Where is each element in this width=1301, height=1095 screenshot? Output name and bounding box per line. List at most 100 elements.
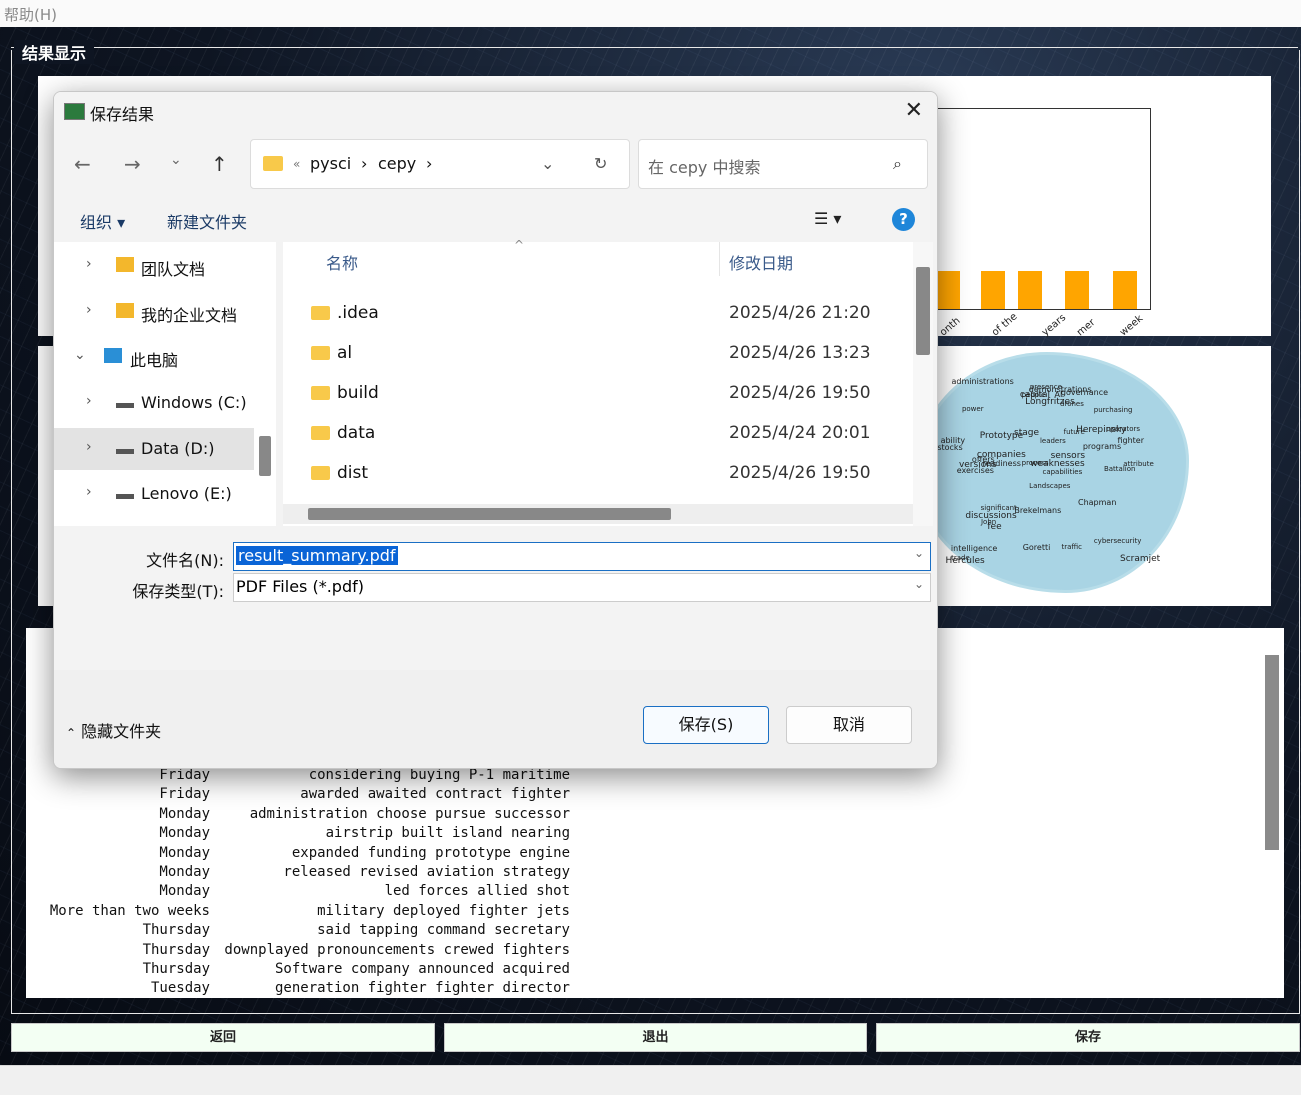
file-list-vscrollbar[interactable] [916, 267, 930, 355]
chevron-down-icon[interactable]: ⌄ [74, 347, 86, 363]
tree-scrollbar[interactable] [259, 436, 271, 476]
folder-icon [116, 257, 134, 272]
dialog-titlebar: 保存结果 ✕ [54, 92, 937, 130]
address-dropdown-icon[interactable]: ⌄ [541, 154, 554, 173]
file-name: data [337, 423, 376, 443]
table-row: Tuesday generation fighter fighter direct… [40, 980, 570, 999]
cancel-button[interactable]: 取消 [786, 706, 912, 744]
file-row[interactable]: build 2025/4/26 19:50 [283, 375, 913, 415]
tree-item[interactable]: › Windows (C:) [54, 382, 254, 424]
cloud-word: programs [1082, 441, 1122, 451]
cloud-word: cybersecurity [1093, 537, 1142, 546]
chevron-down-icon[interactable]: ⌄ [170, 152, 182, 168]
new-folder-button[interactable]: 新建文件夹 [167, 209, 247, 233]
file-date: 2025/4/24 20:01 [729, 423, 871, 443]
file-list-hscrollbar[interactable] [283, 504, 913, 524]
column-date-header[interactable]: 修改日期 [729, 250, 793, 274]
folder-icon [311, 346, 330, 360]
address-bar[interactable]: « pysci › cepy › ⌄ ↻ [250, 139, 630, 189]
cloud-word: Chapman [1078, 497, 1117, 507]
filetype-value[interactable]: PDF Files (*.pdf) [236, 577, 364, 596]
row-day: Monday [159, 805, 210, 822]
organize-menu[interactable]: 组织 ▾ [80, 209, 125, 233]
chart-bar [936, 271, 960, 309]
column-separator[interactable] [719, 242, 720, 276]
save-button[interactable]: 保存(S) [643, 706, 769, 744]
filetype-select[interactable]: PDF Files (*.pdf) ⌄ [233, 573, 931, 602]
tree-item[interactable]: › Data (D:) [54, 428, 254, 470]
chevron-right-icon[interactable]: › [86, 302, 92, 318]
folder-icon [116, 303, 134, 318]
word-cloud: Landscapes readiness intelligence stage gove… [918, 355, 1186, 590]
row-day: Thursday [142, 922, 210, 939]
row-text: Software company announced acquired [274, 960, 570, 977]
path-segment-pysci[interactable]: pysci [310, 154, 351, 173]
file-row[interactable]: dist 2025/4/26 19:50 [283, 455, 913, 495]
row-text: said tapping command secretary [317, 922, 570, 939]
row-day: Tuesday [150, 980, 210, 997]
search-icon[interactable]: ⌕ [893, 154, 902, 174]
search-input[interactable]: 在 cepy 中搜索 [648, 154, 760, 178]
file-name: build [337, 383, 379, 403]
tree-item[interactable]: › 团队文档 [54, 245, 254, 287]
row-text: awarded awaited contract fighter [300, 786, 570, 803]
menu-help[interactable]: 帮助(H) [4, 4, 57, 25]
folder-icon [311, 426, 330, 440]
filename-field[interactable]: result_summary.pdf ⌄ [233, 542, 931, 571]
back-button[interactable]: 返回 [11, 1023, 435, 1052]
cloud-word: Battalion [1103, 464, 1136, 473]
chevron-right-icon[interactable]: › [86, 393, 92, 409]
results-table: Friday considering buying P-1 maritime Fri… [40, 767, 570, 1000]
chart-bar [1018, 271, 1042, 309]
row-text: airstrip built island nearing [325, 825, 570, 842]
save-main-button[interactable]: 保存 [876, 1023, 1300, 1052]
help-icon[interactable]: ? [892, 208, 915, 231]
chevron-right-icon[interactable]: › [86, 256, 92, 272]
tree-item[interactable]: ⌄ 此电脑 [54, 336, 254, 378]
hscroll-thumb[interactable] [308, 508, 671, 520]
groupbox-title: 结果显示 [14, 40, 95, 64]
row-day: Monday [159, 863, 210, 880]
up-arrow-icon[interactable]: ↑ [211, 152, 228, 176]
cloud-word: Scramjet [1119, 553, 1161, 564]
back-arrow-icon[interactable]: ← [74, 152, 91, 176]
cloud-word: leaders [1039, 437, 1066, 446]
status-bar [0, 1065, 1301, 1095]
chevron-down-icon[interactable]: ⌄ [914, 546, 924, 560]
navigation-tree: › 团队文档 › 我的企业文档 ⌄ 此电脑 › Windows (C:) › Data (D:) ›… [54, 242, 276, 526]
hide-folders-toggle[interactable]: ⌃ 隐藏文件夹 [66, 718, 161, 742]
tree-item-label: 我的企业文档 [141, 306, 238, 325]
filename-value[interactable]: result_summary.pdf [236, 546, 398, 565]
file-row[interactable]: .idea 2025/4/26 21:20 [283, 295, 913, 335]
row-text: administration choose pursue successor [249, 805, 570, 822]
chevron-right-icon[interactable]: › [86, 439, 92, 455]
chevron-down-icon[interactable]: ⌄ [914, 577, 924, 591]
row-day: Monday [159, 883, 210, 900]
exit-button[interactable]: 退出 [444, 1023, 867, 1052]
sort-indicator-icon: ^ [514, 238, 525, 252]
cloud-word: traffic [1061, 542, 1082, 551]
tree-item[interactable]: › Lenovo (E:) [54, 473, 254, 515]
file-row[interactable]: data 2025/4/24 20:01 [283, 415, 913, 455]
path-separator-icon: › [426, 154, 433, 173]
file-date: 2025/4/26 19:50 [729, 383, 871, 403]
tree-item-label: 团队文档 [141, 260, 206, 279]
chevron-right-icon[interactable]: › [86, 484, 92, 500]
forward-arrow-icon[interactable]: → [124, 152, 141, 176]
column-name-header[interactable]: 名称 [326, 250, 358, 274]
row-day: Friday [159, 767, 210, 783]
tree-item[interactable]: › 我的企业文档 [54, 291, 254, 333]
row-text: led forces allied shot [384, 883, 570, 900]
path-segment-cepy[interactable]: cepy [378, 154, 416, 173]
cloud-word: Longfritzes [1025, 397, 1075, 408]
view-options-icon[interactable]: ☰ ▾ [814, 209, 841, 228]
close-icon[interactable]: ✕ [905, 98, 923, 123]
cloud-word: companies [976, 449, 1026, 460]
results-scrollbar[interactable] [1265, 655, 1279, 850]
row-text: downplayed pronouncements crewed fighter… [224, 941, 570, 958]
row-day: Thursday [142, 941, 210, 958]
search-box[interactable]: 在 cepy 中搜索 ⌕ [638, 139, 928, 189]
file-row[interactable]: al 2025/4/26 13:23 [283, 335, 913, 375]
refresh-icon[interactable]: ↻ [594, 154, 607, 173]
cloud-word: administrations [951, 377, 1014, 387]
